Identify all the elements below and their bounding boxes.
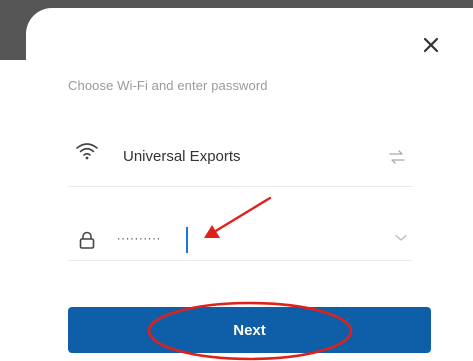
next-button[interactable]: Next <box>68 307 431 353</box>
wifi-icon <box>76 140 98 162</box>
lock-icon <box>76 229 98 251</box>
wifi-network-name: Universal Exports <box>123 148 241 165</box>
switch-network-icon[interactable] <box>389 150 405 164</box>
instruction-text: Choose Wi-Fi and enter password <box>68 78 268 93</box>
close-icon <box>423 37 439 53</box>
password-row <box>68 204 413 261</box>
wifi-select-row[interactable]: Universal Exports <box>68 130 413 187</box>
chevron-down-icon[interactable] <box>395 234 407 242</box>
close-button[interactable] <box>419 33 443 57</box>
password-input[interactable] <box>116 228 336 252</box>
text-cursor <box>186 227 188 253</box>
